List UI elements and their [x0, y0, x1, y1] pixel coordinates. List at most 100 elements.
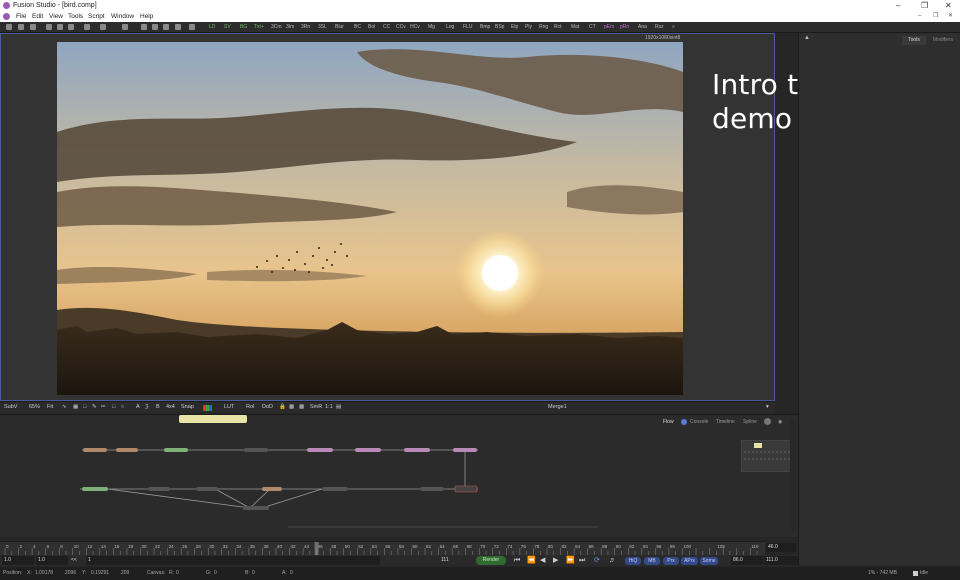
- ratio-button[interactable]: 1:1: [325, 402, 333, 413]
- dod-button[interactable]: DoD: [262, 402, 273, 413]
- wrench-icon[interactable]: [122, 24, 128, 30]
- playhead[interactable]: [314, 542, 319, 556]
- bins-icon[interactable]: [189, 24, 195, 30]
- blue-channel-icon[interactable]: [209, 405, 212, 411]
- smr-button[interactable]: SmR: [310, 402, 322, 413]
- copy-icon[interactable]: [57, 24, 63, 30]
- viewer-menu-icon[interactable]: ▾: [766, 402, 769, 413]
- mb-button[interactable]: MB: [644, 557, 660, 565]
- paint-icon[interactable]: □: [83, 402, 86, 413]
- flow-node[interactable]: [116, 448, 138, 452]
- paste-icon[interactable]: [68, 24, 74, 30]
- tool-file-lut[interactable]: FLU: [463, 22, 472, 32]
- save-icon[interactable]: [30, 24, 36, 30]
- tab-modifiers[interactable]: Modifiers: [928, 36, 958, 45]
- render-start-field[interactable]: 1.0: [36, 556, 68, 565]
- prx-button[interactable]: Prx: [663, 557, 679, 565]
- flow-v-scrollbar[interactable]: [790, 420, 796, 530]
- undo-icon[interactable]: [84, 24, 90, 30]
- some-button[interactable]: Some: [700, 557, 718, 565]
- tool-merge[interactable]: Mg: [428, 22, 435, 32]
- menu-window[interactable]: Window: [111, 11, 134, 22]
- doc-close-icon[interactable]: ✕: [948, 11, 953, 22]
- flow-node[interactable]: [453, 448, 477, 452]
- flow-navigator[interactable]: [741, 440, 794, 472]
- menu-help[interactable]: Help: [140, 11, 153, 22]
- tool-log[interactable]: Log: [446, 22, 454, 32]
- flow-node[interactable]: [355, 448, 381, 452]
- roi-button[interactable]: RoI: [246, 402, 255, 413]
- frame-slider[interactable]: 1: [86, 556, 380, 565]
- tool-particle-emitter[interactable]: pEm: [604, 22, 614, 32]
- flow-node[interactable]: [244, 448, 268, 452]
- tool-3d-render[interactable]: 3Rn: [301, 22, 310, 32]
- tool-3d-camera[interactable]: 3Cm: [271, 22, 282, 32]
- tool-rectangle[interactable]: Rct: [554, 22, 562, 32]
- circle-icon[interactable]: ○: [121, 402, 124, 413]
- curve-icon[interactable]: ∿: [62, 402, 67, 413]
- layout-quad-icon[interactable]: [175, 24, 181, 30]
- snap-button[interactable]: Snap: [181, 402, 194, 413]
- checker-alt-icon[interactable]: ▩: [299, 402, 304, 413]
- restore-icon[interactable]: ❐: [921, 0, 928, 11]
- flow-node[interactable]: [322, 487, 348, 491]
- lut-button[interactable]: LUT: [224, 402, 234, 413]
- flow-h-scrollbar[interactable]: [288, 526, 598, 528]
- tool-blend-overlay[interactable]: Bol: [368, 22, 375, 32]
- tool-brightness-contrast[interactable]: BC: [354, 22, 361, 32]
- subview-button[interactable]: SubV: [4, 402, 17, 413]
- flow-node[interactable]: [307, 448, 333, 452]
- tool-saver[interactable]: SV: [224, 22, 231, 32]
- tool-3d-spotlight[interactable]: 3SL: [318, 22, 327, 32]
- tool-resize[interactable]: Rsz: [655, 22, 664, 32]
- tool-bitmap[interactable]: Bmp: [480, 22, 490, 32]
- step-forward-icon[interactable]: ⏩: [566, 557, 575, 565]
- loop-icon[interactable]: ⟳: [594, 557, 600, 565]
- menu-script[interactable]: Script: [88, 11, 105, 22]
- menu-edit[interactable]: Edit: [32, 11, 43, 22]
- pen-icon[interactable]: ✎: [92, 402, 97, 413]
- tool-particle-render[interactable]: pRn: [620, 22, 629, 32]
- flow-node[interactable]: [164, 448, 188, 452]
- tool-ellipse[interactable]: Elp: [511, 22, 518, 32]
- flow-node[interactable]: [262, 487, 282, 491]
- step-back-icon[interactable]: ⏪: [527, 557, 536, 565]
- redo-icon[interactable]: [100, 24, 106, 30]
- merge-node[interactable]: [454, 485, 478, 493]
- render-end-field[interactable]: 86.0: [731, 556, 763, 565]
- tool-text-plus[interactable]: Txt+: [254, 22, 264, 32]
- go-to-start-icon[interactable]: ⏮: [514, 557, 520, 565]
- transform-icon[interactable]: ▦: [73, 402, 78, 413]
- current-time-field[interactable]: 46.0: [766, 543, 796, 552]
- tool-3d-image[interactable]: 3Im: [286, 22, 294, 32]
- bold-icon[interactable]: B: [156, 402, 160, 413]
- minimize-icon[interactable]: –: [896, 0, 900, 11]
- rectangle-icon[interactable]: □: [112, 402, 115, 413]
- flow-node[interactable]: [83, 448, 107, 452]
- node-graph[interactable]: [0, 420, 798, 530]
- hiq-button[interactable]: HiQ: [625, 557, 641, 565]
- fusion-menu-icon[interactable]: [3, 13, 10, 20]
- flow-node[interactable]: [404, 448, 430, 452]
- menu-view[interactable]: View: [49, 11, 63, 22]
- flow-node[interactable]: [196, 487, 218, 491]
- flow-node[interactable]: [243, 506, 269, 510]
- tools-panel[interactable]: [798, 33, 960, 565]
- go-to-end-icon[interactable]: ⏭: [579, 557, 585, 565]
- audio-icon[interactable]: ♬: [609, 557, 616, 565]
- tool-ranges[interactable]: Rng: [539, 22, 548, 32]
- aprx-button[interactable]: APrx: [681, 557, 698, 565]
- viewer-image[interactable]: [57, 42, 683, 395]
- doc-minimize-icon[interactable]: –: [918, 11, 921, 22]
- toolbar-overflow-icon[interactable]: »: [672, 22, 675, 32]
- menu-tools[interactable]: Tools: [68, 11, 83, 22]
- tool-matte-control[interactable]: Mat: [571, 22, 579, 32]
- tool-color-corrector[interactable]: CC: [383, 22, 390, 32]
- zoom-dropdown[interactable]: 65%: [29, 402, 40, 413]
- layout-dual-icon[interactable]: [152, 24, 158, 30]
- tool-anaglyph[interactable]: Ana: [638, 22, 647, 32]
- render-button[interactable]: Render: [476, 556, 506, 565]
- snap-grid-dropdown[interactable]: 4x4: [166, 402, 175, 413]
- flow-node[interactable]: [420, 487, 444, 491]
- cut-icon[interactable]: [46, 24, 52, 30]
